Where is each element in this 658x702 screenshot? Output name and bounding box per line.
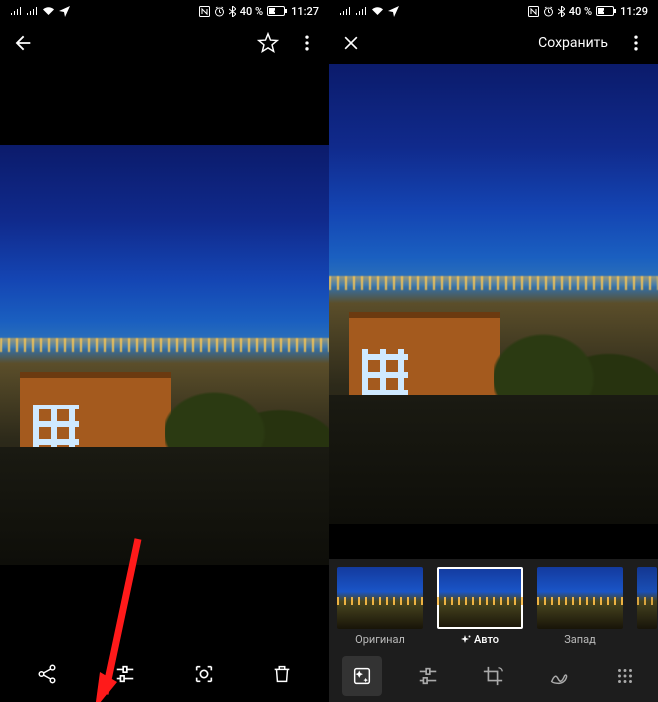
send-icon: [59, 6, 70, 17]
filter-label: Запад: [564, 633, 596, 646]
filter-item-next[interactable]: [637, 567, 657, 646]
alarm-icon: [543, 6, 554, 17]
markup-tab-button[interactable]: [539, 656, 579, 696]
status-right: 40 % 11:27: [199, 5, 319, 18]
filter-thumb: [437, 567, 523, 629]
viewer-bottom-bar: [0, 646, 329, 702]
share-button[interactable]: [36, 663, 58, 685]
save-button[interactable]: Сохранить: [538, 35, 608, 51]
nfc-icon: [528, 6, 539, 17]
filter-label: Авто: [461, 633, 499, 646]
battery-icon: [267, 6, 287, 16]
alarm-icon: [214, 6, 225, 17]
signal-icon-2: [355, 6, 367, 16]
editor-top-bar: Сохранить: [329, 22, 658, 64]
battery-percent: 40 %: [240, 5, 263, 18]
viewer-top-bar: [0, 22, 329, 64]
signal-icon: [339, 6, 351, 16]
photo-preview: [329, 64, 658, 524]
status-bar: 40 % 11:27: [0, 0, 329, 22]
filter-label: Оригинал: [355, 633, 405, 646]
filter-thumb: [637, 567, 657, 629]
photo-viewer-screen: 40 % 11:27: [0, 0, 329, 702]
photo-preview: [0, 145, 329, 565]
filter-item-auto[interactable]: Авто: [437, 567, 523, 646]
battery-percent: 40 %: [569, 5, 592, 18]
filters-tab-button[interactable]: [342, 656, 382, 696]
wifi-icon: [371, 6, 384, 16]
delete-button[interactable]: [271, 663, 293, 685]
status-left: [339, 6, 399, 17]
adjust-tab-button[interactable]: [408, 656, 448, 696]
clock-label: 11:27: [291, 5, 319, 18]
favorite-button[interactable]: [257, 32, 279, 54]
clock-label: 11:29: [620, 5, 648, 18]
edit-button[interactable]: [114, 663, 136, 685]
status-bar: 40 % 11:29: [329, 0, 658, 22]
crop-tab-button[interactable]: [473, 656, 513, 696]
wifi-icon: [42, 6, 55, 16]
close-button[interactable]: [341, 33, 361, 53]
filter-item-west[interactable]: Запад: [537, 567, 623, 646]
overflow-button[interactable]: [297, 32, 317, 54]
editor-photo-area[interactable]: [329, 64, 658, 559]
nfc-icon: [199, 6, 210, 17]
auto-sparkle-icon: [461, 635, 471, 645]
filter-thumb: [337, 567, 423, 629]
battery-icon: [596, 6, 616, 16]
signal-icon: [10, 6, 22, 16]
filter-strip: Оригинал Авто Запад: [329, 559, 658, 650]
lens-button[interactable]: [193, 663, 215, 685]
send-icon: [388, 6, 399, 17]
filter-item-original[interactable]: Оригинал: [337, 567, 423, 646]
photo-editor-screen: 40 % 11:29 Сохранить Оригинал: [329, 0, 658, 702]
back-button[interactable]: [12, 32, 34, 54]
overflow-button[interactable]: [626, 32, 646, 54]
bluetooth-icon: [558, 6, 565, 17]
signal-icon-2: [26, 6, 38, 16]
more-tab-button[interactable]: [605, 656, 645, 696]
filter-thumb: [537, 567, 623, 629]
bluetooth-icon: [229, 6, 236, 17]
photo-area[interactable]: [0, 64, 329, 646]
status-left: [10, 6, 70, 17]
editor-bottom-bar: [329, 650, 658, 702]
status-right: 40 % 11:29: [528, 5, 648, 18]
